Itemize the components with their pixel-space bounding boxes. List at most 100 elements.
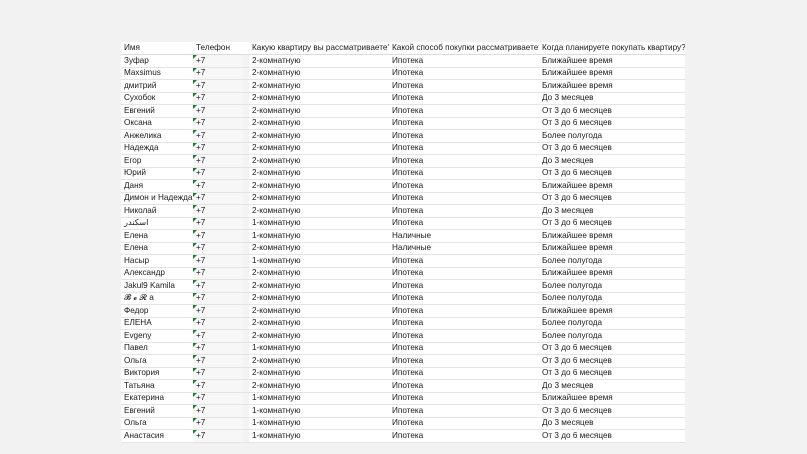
cell-when[interactable]: До 3 месяцев xyxy=(539,92,685,105)
cell-apartment[interactable]: 1-комнатную xyxy=(249,429,389,443)
cell-apartment[interactable]: 2-комнатную xyxy=(249,242,389,255)
cell-phone[interactable]: +7 xyxy=(193,242,243,255)
cell-phone[interactable]: +7 xyxy=(193,154,243,168)
cell-when[interactable]: Ближайшее время xyxy=(539,67,685,80)
cell-method[interactable]: Ипотека xyxy=(389,367,539,380)
cell-phone[interactable]: +7 xyxy=(193,267,243,280)
cell-method[interactable]: Ипотека xyxy=(389,267,539,280)
cell-when[interactable]: От 3 до 6 месяцев xyxy=(539,354,685,368)
cell-name[interactable]: Jakul9 Kamila xyxy=(121,279,193,293)
cell-name[interactable]: Екатерина xyxy=(121,392,193,405)
cell-phone[interactable]: +7 xyxy=(193,329,243,343)
cell-name[interactable]: Надежда xyxy=(121,142,193,155)
cell-when[interactable]: Более полугода xyxy=(539,292,685,305)
cell-when[interactable]: Более полугода xyxy=(539,317,685,330)
cell-name[interactable]: Егор xyxy=(121,154,193,168)
cell-method[interactable]: Ипотека xyxy=(389,204,539,218)
cell-phone[interactable]: +7 xyxy=(193,404,243,418)
cell-when[interactable]: Ближайшее время xyxy=(539,179,685,193)
cell-phone[interactable]: +7 xyxy=(193,204,243,218)
cell-name[interactable]: Зуфар xyxy=(121,54,193,68)
cell-phone[interactable]: +7 xyxy=(193,379,243,393)
cell-apartment[interactable]: 1-комнатную xyxy=(249,217,389,230)
cell-name[interactable]: Павел xyxy=(121,342,193,355)
cell-apartment[interactable]: 2-комнатную xyxy=(249,167,389,180)
cell-method[interactable]: Ипотека xyxy=(389,154,539,168)
cell-apartment[interactable]: 2-комнатную xyxy=(249,104,389,118)
cell-method[interactable]: Наличные xyxy=(389,229,539,243)
cell-method[interactable]: Ипотека xyxy=(389,67,539,80)
header-method[interactable]: Какой способ покупки рассматриваете? xyxy=(389,42,539,55)
cell-method[interactable]: Ипотека xyxy=(389,117,539,130)
cell-apartment[interactable]: 2-комнатную xyxy=(249,292,389,305)
cell-method[interactable]: Ипотека xyxy=(389,167,539,180)
cell-phone[interactable]: +7 xyxy=(193,279,243,293)
cell-method[interactable]: Ипотека xyxy=(389,429,539,443)
cell-when[interactable]: От 3 до 6 месяцев xyxy=(539,217,685,230)
cell-when[interactable]: Ближайшее время xyxy=(539,54,685,68)
cell-apartment[interactable]: 2-комнатную xyxy=(249,304,389,318)
cell-name[interactable]: Димон и Надежда xyxy=(121,192,193,205)
cell-phone[interactable]: +7 xyxy=(193,67,243,80)
cell-when[interactable]: От 3 до 6 месяцев xyxy=(539,367,685,380)
cell-name[interactable]: Федор xyxy=(121,304,193,318)
cell-when[interactable]: Ближайшее время xyxy=(539,392,685,405)
cell-phone[interactable]: +7 xyxy=(193,104,243,118)
cell-apartment[interactable]: 2-комнатную xyxy=(249,117,389,130)
cell-phone[interactable]: +7 xyxy=(193,129,243,143)
cell-name[interactable]: Анжелика xyxy=(121,129,193,143)
cell-when[interactable]: Ближайшее время xyxy=(539,79,685,93)
cell-name[interactable]: Евгений xyxy=(121,404,193,418)
cell-when[interactable]: Ближайшее время xyxy=(539,229,685,243)
cell-name[interactable]: Оксана xyxy=(121,117,193,130)
cell-when[interactable]: Ближайшее время xyxy=(539,242,685,255)
cell-method[interactable]: Ипотека xyxy=(389,392,539,405)
header-when[interactable]: Когда планируете покупать квартиру? xyxy=(539,42,685,55)
cell-name[interactable]: Evgeny xyxy=(121,329,193,343)
cell-phone[interactable]: +7 xyxy=(193,429,243,443)
cell-apartment[interactable]: 1-комнатную xyxy=(249,254,389,268)
cell-method[interactable]: Ипотека xyxy=(389,304,539,318)
cell-apartment[interactable]: 2-комнатную xyxy=(249,67,389,80)
cell-when[interactable]: Более полугода xyxy=(539,129,685,143)
cell-when[interactable]: От 3 до 6 месяцев xyxy=(539,404,685,418)
cell-name[interactable]: дмитрий xyxy=(121,79,193,93)
cell-apartment[interactable]: 2-комнатную xyxy=(249,379,389,393)
cell-name[interactable]: Юрий xyxy=(121,167,193,180)
cell-phone[interactable]: +7 xyxy=(193,142,243,155)
header-apartment[interactable]: Какую квартиру вы рассматриваете? xyxy=(249,42,389,55)
header-name[interactable]: Имя xyxy=(121,42,193,55)
cell-apartment[interactable]: 1-комнатную xyxy=(249,342,389,355)
cell-method[interactable]: Ипотека xyxy=(389,54,539,68)
cell-apartment[interactable]: 1-комнатную xyxy=(249,229,389,243)
cell-phone[interactable]: +7 xyxy=(193,317,243,330)
cell-when[interactable]: До 3 месяцев xyxy=(539,204,685,218)
cell-phone[interactable]: +7 xyxy=(193,229,243,243)
cell-method[interactable]: Ипотека xyxy=(389,179,539,193)
cell-phone[interactable]: +7 xyxy=(193,354,243,368)
cell-phone[interactable]: +7 xyxy=(193,79,243,93)
cell-apartment[interactable]: 2-комнатную xyxy=(249,279,389,293)
header-phone[interactable]: Телефон xyxy=(193,42,243,55)
cell-name[interactable]: Евгений xyxy=(121,104,193,118)
cell-method[interactable]: Ипотека xyxy=(389,342,539,355)
cell-method[interactable]: Ипотека xyxy=(389,404,539,418)
cell-when[interactable]: От 3 до 6 месяцев xyxy=(539,142,685,155)
cell-method[interactable]: Ипотека xyxy=(389,317,539,330)
cell-method[interactable]: Ипотека xyxy=(389,104,539,118)
cell-apartment[interactable]: 2-комнатную xyxy=(249,192,389,205)
cell-phone[interactable]: +7 xyxy=(193,179,243,193)
cell-method[interactable]: Ипотека xyxy=(389,417,539,430)
cell-name[interactable]: Ольга xyxy=(121,354,193,368)
cell-method[interactable]: Ипотека xyxy=(389,379,539,393)
cell-apartment[interactable]: 2-комнатную xyxy=(249,204,389,218)
cell-apartment[interactable]: 2-комнатную xyxy=(249,179,389,193)
cell-apartment[interactable]: 2-комнатную xyxy=(249,354,389,368)
cell-when[interactable]: Ближайшее время xyxy=(539,267,685,280)
cell-phone[interactable]: +7 xyxy=(193,254,243,268)
cell-method[interactable]: Ипотека xyxy=(389,279,539,293)
cell-when[interactable]: От 3 до 6 месяцев xyxy=(539,192,685,205)
cell-apartment[interactable]: 2-комнатную xyxy=(249,79,389,93)
cell-name[interactable]: Даня xyxy=(121,179,193,193)
cell-method[interactable]: Ипотека xyxy=(389,329,539,343)
